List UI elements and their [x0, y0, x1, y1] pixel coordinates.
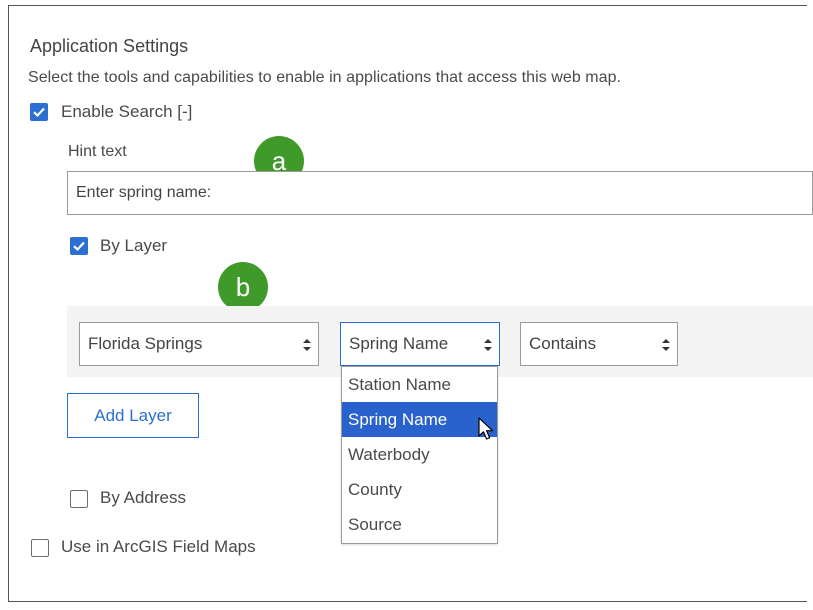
enable-search-checkbox[interactable]	[30, 103, 48, 121]
layer-select[interactable]: Florida Springs	[79, 322, 319, 366]
field-maps-label: Use in ArcGIS Field Maps	[61, 537, 256, 556]
layer-select-value: Florida Springs	[88, 334, 203, 353]
field-select-value: Spring Name	[349, 334, 449, 353]
select-arrows-icon	[662, 339, 670, 351]
by-address-label: By Address	[100, 488, 186, 507]
select-arrows-icon	[303, 339, 311, 351]
operator-select-value: Contains	[529, 334, 597, 353]
field-select[interactable]: Spring Name	[340, 322, 500, 366]
enable-search-label: Enable Search [-]	[61, 102, 193, 121]
by-layer-label: By Layer	[100, 236, 168, 255]
dropdown-option[interactable]: Source	[342, 507, 497, 542]
section-description: Select the tools and capabilities to ena…	[28, 69, 622, 86]
checkmark-icon	[33, 107, 45, 118]
dropdown-option-selected[interactable]: Spring Name	[342, 402, 497, 437]
mouse-pointer-icon	[478, 417, 494, 440]
hint-text-label: Hint text	[68, 143, 127, 160]
operator-select[interactable]: Contains	[520, 322, 678, 366]
section-title: Application Settings	[30, 36, 189, 56]
callout-b-badge: b	[218, 262, 268, 312]
dropdown-option[interactable]: Station Name	[342, 367, 497, 402]
checkmark-icon	[73, 241, 85, 252]
by-address-checkbox[interactable]	[70, 490, 88, 508]
field-dropdown-list: Station Name Spring Name Waterbody Count…	[341, 366, 498, 544]
dropdown-option[interactable]: Waterbody	[342, 437, 497, 472]
by-layer-checkbox[interactable]	[70, 237, 88, 255]
hint-text-input[interactable]: Enter spring name:	[67, 171, 813, 215]
add-layer-button[interactable]: Add Layer	[67, 393, 199, 438]
select-arrows-icon	[484, 339, 492, 351]
field-maps-checkbox[interactable]	[31, 539, 49, 557]
dropdown-option[interactable]: County	[342, 472, 497, 507]
